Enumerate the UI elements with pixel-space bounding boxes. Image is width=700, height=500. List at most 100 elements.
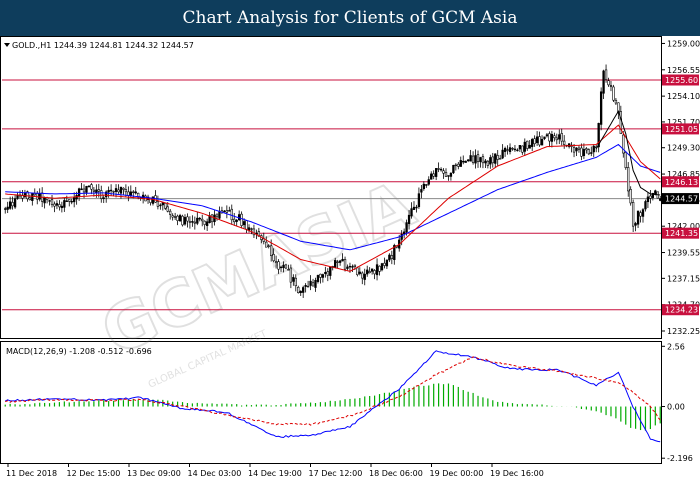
chart-title-banner: Chart Analysis for Clients of GCM Asia xyxy=(182,8,518,28)
candle-body xyxy=(319,273,322,278)
macd-axis: 2.56 0.00 -2.196 xyxy=(661,342,693,463)
candle-body xyxy=(516,149,519,152)
candle-body xyxy=(186,216,189,222)
chart-info-label: GOLD.,H1 1244.39 1244.81 1244.32 1244.57 xyxy=(12,41,194,50)
level-tag-label: 1234.23 xyxy=(665,306,698,315)
candle-body xyxy=(225,210,229,213)
level-tag-label: 1251.05 xyxy=(665,125,698,134)
price-tick-label: 1259.00 xyxy=(667,39,700,48)
macd-tick-label: 0.00 xyxy=(667,403,685,412)
candle-body xyxy=(23,192,27,198)
candle-body xyxy=(405,222,408,233)
candle-body xyxy=(297,286,300,294)
candle-body xyxy=(636,210,640,225)
main-panel-frame xyxy=(0,36,662,339)
candle-body xyxy=(124,189,128,193)
macd-label: MACD(12,26,9) -1.208 -0.512 -0.696 xyxy=(6,347,152,356)
candle-body xyxy=(491,156,494,164)
candle-body xyxy=(338,260,342,263)
candle-body xyxy=(245,220,248,230)
candle-body xyxy=(100,190,103,199)
candle-body xyxy=(272,254,275,262)
candle-body xyxy=(87,185,91,188)
time-tick-label: 14 Dec 19:00 xyxy=(248,469,302,478)
candle-body xyxy=(80,188,83,191)
candle-body xyxy=(326,271,329,276)
candle-body xyxy=(265,241,268,248)
candle-body xyxy=(585,148,588,151)
candle-body xyxy=(582,149,586,156)
candle-body xyxy=(4,208,7,210)
candle-body xyxy=(171,215,174,218)
candle-body xyxy=(228,210,231,212)
candle-body xyxy=(540,138,544,146)
candle-body xyxy=(109,189,113,192)
candle-body xyxy=(95,189,98,193)
candle-body xyxy=(553,135,556,139)
candle-body xyxy=(43,197,46,204)
candle-body xyxy=(82,188,86,193)
candle-body xyxy=(627,167,630,192)
candle-body xyxy=(361,272,364,279)
candle-body xyxy=(528,144,531,149)
candle-body xyxy=(351,266,354,268)
candle-body xyxy=(358,271,361,274)
price-tick-label: 1232.25 xyxy=(667,327,700,336)
candle-body xyxy=(235,219,238,222)
candle-body xyxy=(644,201,647,210)
candle-body xyxy=(548,133,551,142)
candle-body xyxy=(279,266,283,269)
candle-body xyxy=(489,157,492,165)
price-tick-label: 1239.55 xyxy=(667,249,700,258)
candle-body xyxy=(417,193,421,208)
candle-body xyxy=(602,70,605,94)
candle-body xyxy=(233,218,236,223)
candle-body xyxy=(452,164,455,174)
candle-body xyxy=(508,147,512,153)
macd-tick-label: 2.56 xyxy=(667,342,685,351)
candle-body xyxy=(218,211,221,219)
candle-body xyxy=(486,160,490,166)
candle-body xyxy=(119,186,123,194)
candle-body xyxy=(375,264,379,276)
candle-body xyxy=(73,197,76,203)
candle-body xyxy=(309,280,312,286)
candle-body xyxy=(173,216,177,218)
candle-body xyxy=(641,209,645,217)
candle-body xyxy=(240,213,243,226)
candle-body xyxy=(193,221,196,224)
level-tag-label: 1255.60 xyxy=(665,76,698,85)
candle-body xyxy=(380,263,384,271)
candle-body xyxy=(183,217,187,225)
candle-body xyxy=(178,215,182,222)
candle-body xyxy=(457,163,460,167)
candle-body xyxy=(8,201,12,209)
candle-body xyxy=(274,261,278,264)
candle-body xyxy=(634,223,637,226)
candle-body xyxy=(607,80,610,86)
candle-body xyxy=(425,184,428,186)
candle-body xyxy=(366,269,369,275)
candle-body xyxy=(368,271,371,274)
candle-body xyxy=(494,153,497,164)
candle-body xyxy=(13,198,17,208)
candle-body xyxy=(188,221,192,223)
candle-body xyxy=(11,202,14,207)
candle-body xyxy=(646,196,650,203)
candle-body xyxy=(6,206,9,210)
candle-body xyxy=(422,183,426,190)
candle-body xyxy=(639,212,642,217)
candle-body xyxy=(107,189,110,193)
candle-body xyxy=(316,275,320,282)
candle-body xyxy=(526,140,529,149)
candle-body xyxy=(299,290,302,294)
candle-body xyxy=(649,195,652,199)
chart-area: GCMASIA GLOBAL CAPITAL MARKET 1259.00125… xyxy=(0,36,700,478)
candle-body xyxy=(604,69,608,80)
candle-body xyxy=(176,215,179,221)
candle-body xyxy=(114,188,118,192)
candle-body xyxy=(577,147,581,150)
candle-body xyxy=(587,149,590,155)
candle-body xyxy=(205,221,209,226)
candle-body xyxy=(304,285,307,287)
